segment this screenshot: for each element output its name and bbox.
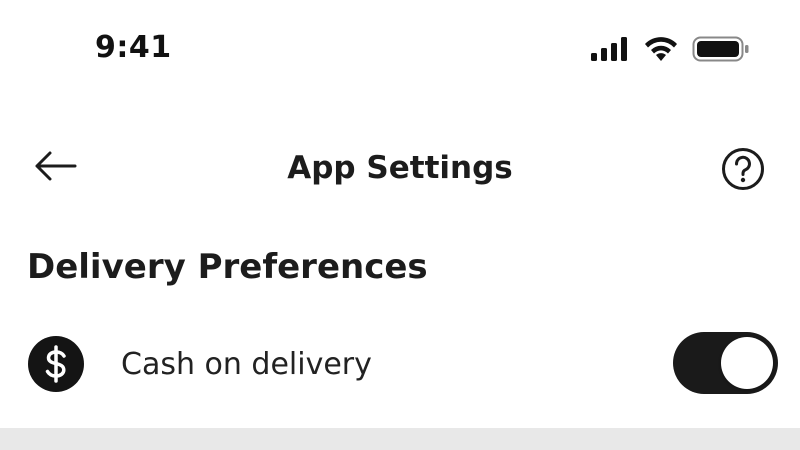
wifi-icon bbox=[644, 36, 678, 66]
cellular-signal-icon bbox=[590, 37, 630, 65]
page-title: App Settings bbox=[287, 150, 513, 186]
setting-label: Cash on delivery bbox=[121, 347, 372, 382]
help-button[interactable] bbox=[718, 148, 768, 194]
setting-row-cash-on-delivery: Cash on delivery bbox=[0, 322, 800, 410]
status-icons bbox=[590, 34, 750, 68]
toggle-knob bbox=[721, 337, 773, 389]
question-circle-icon bbox=[721, 147, 765, 195]
dollar-circle-icon bbox=[28, 336, 84, 392]
battery-icon bbox=[692, 36, 750, 66]
header-bar: App Settings bbox=[0, 130, 800, 210]
section-title: Delivery Preferences bbox=[27, 247, 428, 287]
app-settings-screen: 9:41 App Settings Delivery Preferences C… bbox=[0, 0, 800, 450]
status-bar: 9:41 bbox=[0, 0, 800, 100]
cash-on-delivery-toggle[interactable] bbox=[673, 332, 778, 394]
section-divider bbox=[0, 428, 800, 450]
status-time: 9:41 bbox=[95, 30, 172, 65]
